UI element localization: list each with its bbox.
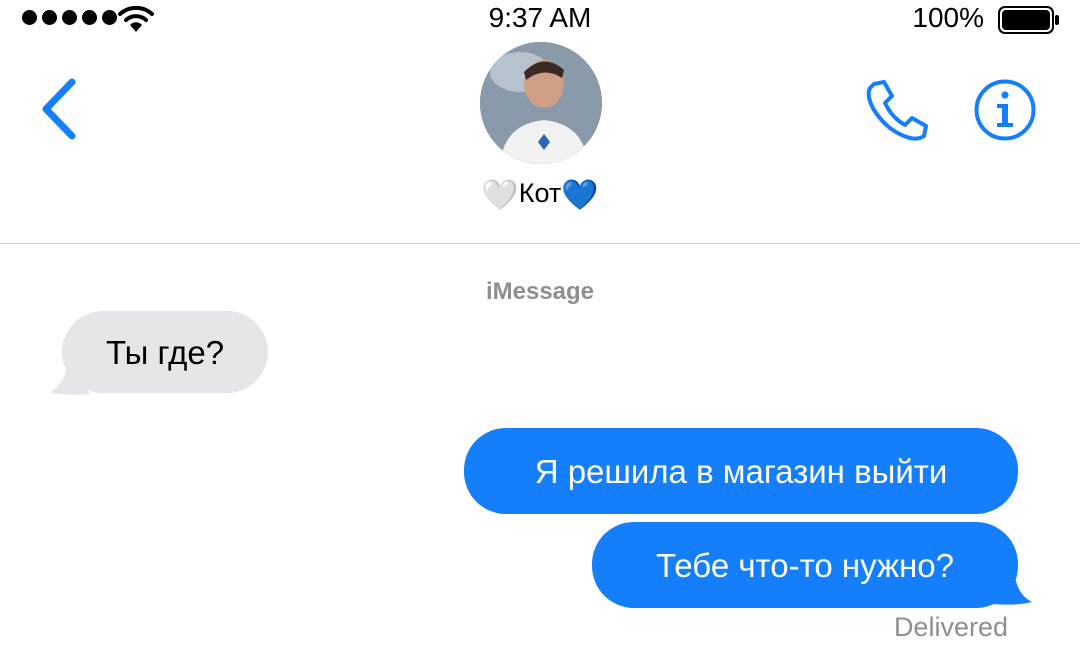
contact-name-label: Кот — [518, 178, 562, 208]
battery-icon — [998, 6, 1059, 34]
chevron-left-icon[interactable] — [34, 74, 84, 144]
info-icon[interactable] — [973, 78, 1037, 142]
battery-percent: 100% — [912, 2, 984, 33]
delivery-status: Delivered — [893, 612, 1008, 642]
conversation-header: 🤍Кот💙 — [0, 40, 1080, 244]
status-bar: 9:37 AM 100% — [0, 0, 1080, 40]
avatar[interactable] — [480, 42, 602, 164]
blue-heart-emoji: 💙 — [561, 179, 599, 212]
message-bubble-incoming[interactable]: Ты где? — [62, 311, 268, 393]
phone-icon[interactable] — [862, 78, 930, 142]
message-bubble-outgoing[interactable]: Я решила в магазин выйти — [464, 428, 1018, 514]
service-label: iMessage — [485, 278, 595, 305]
white-heart-emoji: 🤍 — [481, 179, 519, 213]
contact-name[interactable]: 🤍Кот💙 — [0, 178, 1080, 213]
message-bubble-outgoing[interactable]: Тебе что-то нужно? — [592, 522, 1018, 608]
